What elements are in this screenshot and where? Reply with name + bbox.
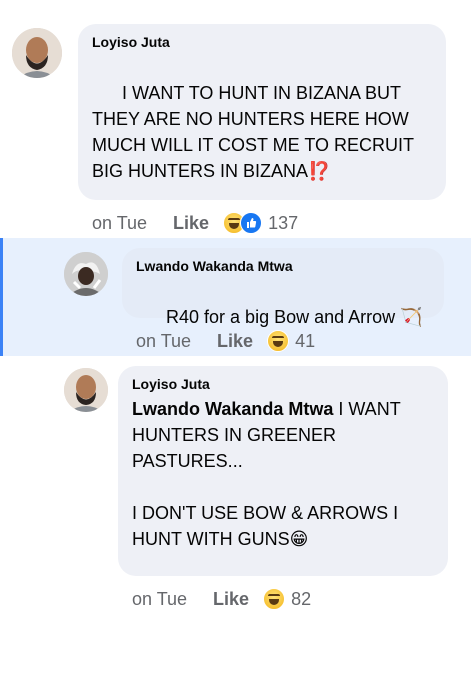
like-button[interactable]: Like (217, 331, 253, 352)
avatar-loyiso-juta[interactable] (64, 368, 108, 412)
comment-author[interactable]: Loyiso Juta (92, 34, 432, 50)
exclamation-question-icon: ⁉️ (308, 161, 331, 181)
comment-time[interactable]: on Tue (136, 331, 191, 352)
comment-bubble: Loyiso Juta I WANT TO HUNT IN BIZANA BUT… (78, 24, 446, 200)
comment-bubble: Lwando Wakanda Mtwa R40 for a big Bow an… (122, 248, 444, 327)
like-button[interactable]: Like (213, 589, 249, 610)
avatar-person-icon (64, 252, 108, 296)
avatar-loyiso-juta[interactable] (12, 28, 62, 78)
comment-mention[interactable]: Lwando Wakanda Mtwa (132, 399, 333, 419)
comment-meta: on Tue Like 41 (136, 330, 315, 352)
reaction-count: 82 (291, 588, 312, 609)
comment-time[interactable]: on Tue (132, 589, 187, 610)
comment-author[interactable]: Loyiso Juta (132, 376, 434, 392)
comment-1: Loyiso Juta I WANT TO HUNT IN BIZANA BUT… (0, 0, 471, 238)
haha-reaction-icon (267, 330, 290, 352)
reaction-count: 137 (268, 212, 299, 233)
comment-3: Loyiso Juta Lwando Wakanda Mtwa I WANT H… (0, 356, 471, 677)
comment-text: R40 for a big Bow and Arrow (166, 307, 396, 327)
reactions[interactable]: 41 (267, 330, 315, 352)
avatar-person-icon (12, 28, 62, 78)
reactions[interactable]: 82 (263, 588, 311, 610)
like-button[interactable]: Like (173, 213, 209, 234)
reactions[interactable]: 137 (223, 212, 298, 234)
comment-meta: on Tue Like 82 (132, 588, 311, 610)
comment-meta: on Tue Like 137 (92, 212, 298, 234)
avatar-person-icon (64, 368, 108, 412)
comment-author[interactable]: Lwando Wakanda Mtwa (136, 258, 430, 274)
reaction-count: 41 (295, 330, 316, 351)
comment-text: I WANT TO HUNT IN BIZANA BUT THEY ARE NO… (92, 83, 419, 181)
haha-reaction-icon (263, 588, 286, 610)
comment-text: I WANT HUNTERS IN GREENER PASTURES... I … (132, 399, 401, 549)
comment-2: Lwando Wakanda Mtwa R40 for a big Bow an… (0, 238, 471, 356)
like-reaction-icon (240, 212, 263, 234)
bow-and-arrow-icon: 🏹 (400, 307, 423, 327)
comment-bubble: Loyiso Juta Lwando Wakanda Mtwa I WANT H… (118, 366, 448, 576)
grinning-face-icon: 😁 (289, 529, 309, 549)
avatar-lwando-wakanda-mtwa[interactable] (64, 252, 108, 296)
comment-time[interactable]: on Tue (92, 213, 147, 234)
